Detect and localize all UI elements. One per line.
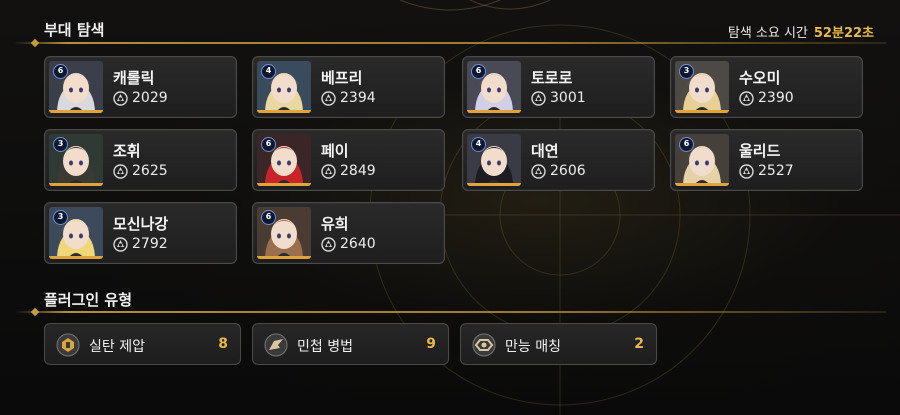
level-badge: 6 bbox=[679, 137, 694, 152]
combat-power-value: 3001 bbox=[550, 90, 586, 106]
character-card[interactable]: 3 조휘 2625 bbox=[44, 129, 237, 191]
character-portrait: 6 bbox=[257, 207, 311, 259]
combat-power-icon bbox=[531, 90, 546, 106]
combat-power: 2606 bbox=[531, 163, 586, 179]
combat-power: 2640 bbox=[321, 236, 376, 252]
character-card[interactable]: 6 페이 2849 bbox=[252, 129, 445, 191]
portrait-rarity-bar bbox=[257, 110, 311, 113]
level-badge: 3 bbox=[53, 210, 68, 225]
character-portrait: 4 bbox=[467, 134, 521, 186]
portrait-rarity-bar bbox=[675, 183, 729, 186]
character-card[interactable]: 6 토로로 3001 bbox=[462, 56, 655, 118]
portrait-rarity-bar bbox=[49, 256, 103, 259]
combat-power: 2029 bbox=[113, 90, 168, 106]
character-name: 울리드 bbox=[739, 142, 781, 160]
character-portrait: 6 bbox=[467, 61, 521, 113]
combat-power: 2527 bbox=[739, 163, 794, 179]
combat-power-value: 2849 bbox=[340, 163, 376, 179]
level-badge: 3 bbox=[53, 137, 68, 152]
level-badge: 6 bbox=[261, 210, 276, 225]
combat-power: 2792 bbox=[113, 236, 168, 252]
character-name: 수오미 bbox=[739, 69, 781, 87]
character-portrait: 3 bbox=[49, 134, 103, 186]
character-portrait: 3 bbox=[49, 207, 103, 259]
character-portrait: 3 bbox=[675, 61, 729, 113]
combat-power: 3001 bbox=[531, 90, 586, 106]
combat-power-icon bbox=[739, 163, 754, 179]
combat-power-value: 2606 bbox=[550, 163, 586, 179]
universal-match-icon bbox=[472, 333, 496, 357]
character-name: 모신나강 bbox=[113, 215, 169, 233]
combat-power: 2625 bbox=[113, 163, 168, 179]
plugin-label: 실탄 제압 bbox=[89, 339, 145, 355]
character-card[interactable]: 3 모신나강 2792 bbox=[44, 202, 237, 264]
level-badge: 4 bbox=[471, 137, 486, 152]
combat-power-value: 2625 bbox=[132, 163, 168, 179]
character-name: 유희 bbox=[321, 215, 349, 233]
portrait-rarity-bar bbox=[257, 256, 311, 259]
character-card[interactable]: 4 대연 2606 bbox=[462, 129, 655, 191]
plugin-count: 2 bbox=[634, 336, 644, 352]
portrait-rarity-bar bbox=[49, 183, 103, 186]
character-portrait: 6 bbox=[675, 134, 729, 186]
combat-power-icon bbox=[531, 163, 546, 179]
character-portrait: 6 bbox=[257, 134, 311, 186]
squad-divider bbox=[14, 42, 886, 44]
character-name: 베프리 bbox=[321, 69, 363, 87]
character-card[interactable]: 4 베프리 2394 bbox=[252, 56, 445, 118]
character-portrait: 6 bbox=[49, 61, 103, 113]
character-card[interactable]: 6 캐롤릭 2029 bbox=[44, 56, 237, 118]
combat-power-value: 2029 bbox=[132, 90, 168, 106]
combat-power-icon bbox=[739, 90, 754, 106]
character-name: 페이 bbox=[321, 142, 349, 160]
portrait-rarity-bar bbox=[467, 183, 521, 186]
level-badge: 4 bbox=[261, 64, 276, 79]
plugin-label: 만능 매칭 bbox=[505, 339, 561, 355]
combat-power-value: 2527 bbox=[758, 163, 794, 179]
combat-power-value: 2640 bbox=[340, 236, 376, 252]
agile-tactics-icon bbox=[264, 333, 288, 357]
plugin-card[interactable]: 만능 매칭 2 bbox=[460, 323, 657, 365]
level-badge: 6 bbox=[261, 137, 276, 152]
plugin-section-title: 플러그인 유형 bbox=[44, 291, 133, 309]
combat-power-icon bbox=[113, 90, 128, 106]
plugin-count: 9 bbox=[426, 336, 436, 352]
level-badge: 3 bbox=[679, 64, 694, 79]
character-card[interactable]: 6 울리드 2527 bbox=[670, 129, 863, 191]
combat-power-value: 2394 bbox=[340, 90, 376, 106]
combat-power-icon bbox=[113, 236, 128, 252]
combat-power-icon bbox=[321, 90, 336, 106]
search-time-label: 탐색 소요 시간 bbox=[727, 26, 808, 41]
bullet-suppression-icon bbox=[56, 333, 80, 357]
character-name: 토로로 bbox=[531, 69, 573, 87]
portrait-rarity-bar bbox=[675, 110, 729, 113]
plugin-card[interactable]: 실탄 제압 8 bbox=[44, 323, 241, 365]
portrait-rarity-bar bbox=[49, 110, 103, 113]
plugin-divider bbox=[14, 311, 886, 313]
combat-power-icon bbox=[321, 236, 336, 252]
plugin-count: 8 bbox=[218, 336, 228, 352]
portrait-rarity-bar bbox=[467, 110, 521, 113]
search-time-value: 52분22초 bbox=[813, 26, 874, 41]
character-name: 대연 bbox=[531, 142, 559, 160]
character-card[interactable]: 6 유희 2640 bbox=[252, 202, 445, 264]
combat-power-icon bbox=[113, 163, 128, 179]
combat-power-value: 2792 bbox=[132, 236, 168, 252]
character-name: 조휘 bbox=[113, 142, 141, 160]
plugin-card[interactable]: 민첩 병법 9 bbox=[252, 323, 449, 365]
plugin-label: 민첩 병법 bbox=[297, 339, 353, 355]
character-portrait: 4 bbox=[257, 61, 311, 113]
combat-power-icon bbox=[321, 163, 336, 179]
combat-power: 2394 bbox=[321, 90, 376, 106]
search-time: 탐색 소요 시간 52분22초 bbox=[728, 22, 874, 41]
combat-power: 2390 bbox=[739, 90, 794, 106]
character-card[interactable]: 3 수오미 2390 bbox=[670, 56, 863, 118]
portrait-rarity-bar bbox=[257, 183, 311, 186]
level-badge: 6 bbox=[53, 64, 68, 79]
combat-power: 2849 bbox=[321, 163, 376, 179]
level-badge: 6 bbox=[471, 64, 486, 79]
combat-power-value: 2390 bbox=[758, 90, 794, 106]
character-name: 캐롤릭 bbox=[113, 69, 155, 87]
squad-section-title: 부대 탐색 bbox=[44, 21, 105, 39]
